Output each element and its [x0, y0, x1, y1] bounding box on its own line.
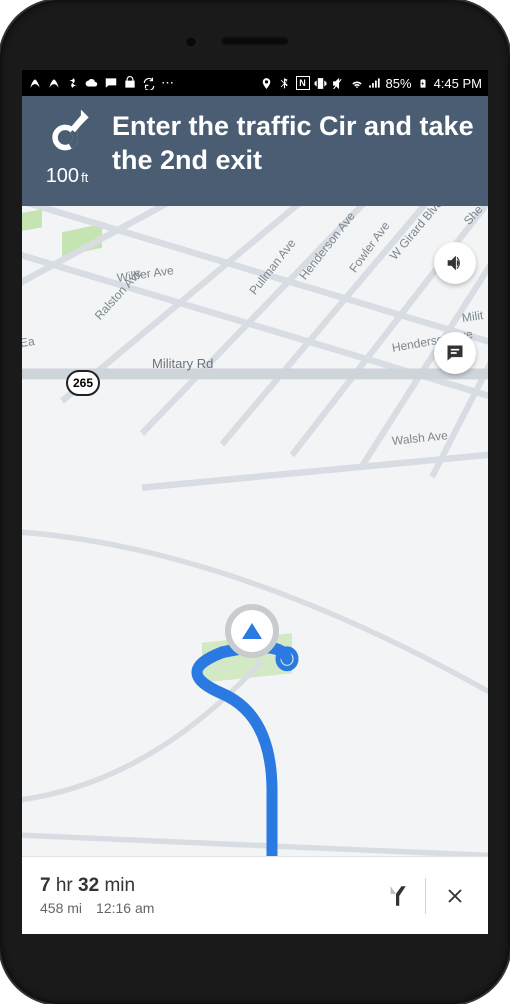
bag-icon [123, 76, 137, 90]
mute-icon [332, 76, 346, 90]
trip-sub: 458 mi 12:16 am [40, 900, 367, 916]
distance-value: 100 [46, 165, 79, 187]
screen: ⋯ N [22, 70, 488, 934]
phone-frame: ⋯ N [0, 0, 510, 1004]
phone-camera [185, 36, 197, 48]
app-icon [47, 76, 61, 90]
route-overview-button[interactable] [381, 881, 411, 911]
direction-instruction: Enter the traffic Cir and take the 2nd e… [112, 110, 474, 178]
battery-percent: 85% [386, 76, 412, 91]
trip-info: 7 hr 32 min 458 mi 12:16 am [40, 875, 367, 916]
close-button[interactable] [440, 881, 470, 911]
sync-icon [142, 76, 156, 90]
status-left: ⋯ [28, 75, 175, 91]
volume-button[interactable] [434, 242, 476, 284]
road-lines [22, 206, 488, 856]
maneuver-distance: 100ft [46, 165, 89, 188]
fan-icon [66, 76, 80, 90]
chat-icon [104, 76, 118, 90]
street-label: Military Rd [152, 356, 213, 371]
distance-unit: ft [81, 170, 88, 185]
route-shield-number: 265 [73, 376, 93, 390]
trip-minutes: 32 [78, 875, 99, 896]
trip-hours: 7 [40, 875, 51, 896]
trip-arrival: 12:16 am [96, 900, 154, 916]
minutes-label: min [104, 875, 135, 896]
cloud-icon [85, 76, 99, 90]
bluetooth-icon [278, 76, 292, 90]
direction-panel[interactable]: 100ft Enter the traffic Cir and take the… [22, 96, 488, 206]
hours-label: hr [56, 875, 73, 896]
message-button[interactable] [434, 332, 476, 374]
more-icon: ⋯ [161, 75, 175, 91]
clock: 4:45 PM [434, 76, 482, 91]
signal-icon [368, 76, 382, 90]
divider [425, 878, 426, 914]
battery-icon [416, 76, 430, 90]
map-canvas[interactable]: Wilber Ave Ralston Ave Pullman Ave Hende… [22, 206, 488, 856]
nfc-icon: N [296, 76, 310, 90]
wifi-icon [350, 76, 364, 90]
roundabout-icon [45, 110, 89, 159]
vibrate-icon [314, 76, 328, 90]
app-icon [28, 76, 42, 90]
trip-summary-bar[interactable]: 7 hr 32 min 458 mi 12:16 am [22, 856, 488, 934]
phone-speaker [220, 36, 290, 46]
trip-time: 7 hr 32 min [40, 875, 367, 897]
location-icon [260, 76, 274, 90]
status-bar: ⋯ N [22, 70, 488, 96]
trip-distance: 458 mi [40, 900, 82, 916]
maneuver-col: 100ft [36, 110, 98, 188]
current-location-marker [222, 601, 282, 661]
status-right: N 85% 4:45 PM [260, 76, 482, 91]
street-label: Ea [22, 334, 36, 350]
street-label: Milit [461, 308, 484, 325]
route-shield: 265 [66, 370, 100, 396]
